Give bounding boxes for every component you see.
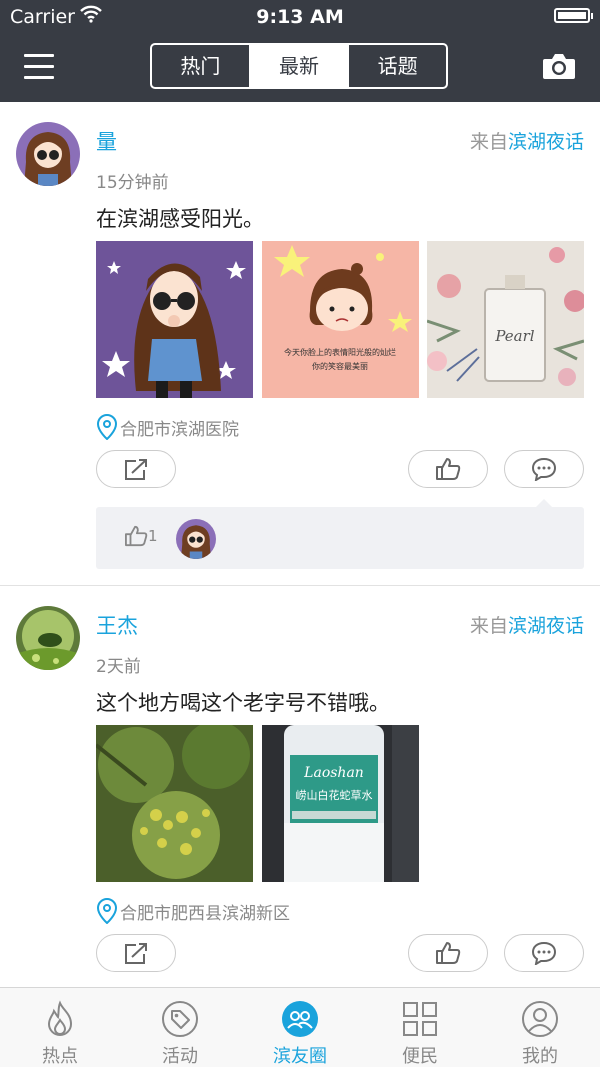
hamburger-icon bbox=[24, 54, 54, 57]
avatar[interactable] bbox=[16, 606, 80, 670]
liker-avatar[interactable] bbox=[176, 519, 216, 559]
comment-button[interactable] bbox=[504, 934, 584, 972]
tabbar-label: 热点 bbox=[42, 1046, 78, 1067]
comment-icon bbox=[531, 457, 557, 481]
grid-icon bbox=[403, 1002, 437, 1036]
tabbar-item-hot[interactable]: 热点 bbox=[0, 988, 120, 1067]
like-count: 1 bbox=[124, 525, 158, 547]
tabbar-item-friends-circle[interactable]: 滨友圈 bbox=[240, 988, 360, 1067]
post-image[interactable] bbox=[96, 241, 253, 398]
feed-segmented-control: 热门 最新 话题 bbox=[150, 43, 448, 89]
bottle-label-text: 崂山白花蛇草水 bbox=[296, 788, 373, 802]
likes-panel: 1 bbox=[96, 499, 584, 569]
source-link[interactable]: 滨湖夜话 bbox=[508, 615, 584, 637]
post-image[interactable]: 今天你脸上的表情阳光般的灿烂 你的笑容最美丽 bbox=[262, 241, 419, 398]
thumbs-up-icon bbox=[436, 458, 461, 480]
post-text: 这个地方喝这个老字号不错哦。 bbox=[96, 691, 390, 715]
thumbs-up-icon bbox=[436, 942, 461, 964]
status-bar: Carrier 9:13 AM bbox=[0, 0, 600, 34]
share-button[interactable] bbox=[96, 934, 176, 972]
source-prefix: 来自 bbox=[469, 131, 508, 153]
clock: 9:13 AM bbox=[256, 6, 344, 28]
tab-topics[interactable]: 话题 bbox=[349, 45, 446, 87]
post-location[interactable]: 合肥市肥西县滨湖新区 bbox=[96, 898, 290, 924]
tabbar-label: 便民 bbox=[402, 1046, 438, 1067]
tab-latest[interactable]: 最新 bbox=[250, 45, 350, 87]
comment-button[interactable] bbox=[504, 450, 584, 488]
post-source: 来自滨湖夜话 bbox=[470, 127, 584, 154]
image-caption: 你的笑容最美丽 bbox=[312, 361, 368, 371]
camera-button[interactable] bbox=[542, 52, 576, 84]
tabbar-label: 活动 bbox=[162, 1046, 198, 1067]
tabbar-item-activities[interactable]: 活动 bbox=[120, 988, 240, 1067]
flame-icon bbox=[47, 1000, 73, 1036]
thumbs-up-icon bbox=[124, 525, 148, 547]
like-button[interactable] bbox=[408, 934, 488, 972]
friends-circle-icon bbox=[282, 1001, 318, 1037]
top-header: Carrier 9:13 AM 热门 最新 话题 bbox=[0, 0, 600, 102]
profile-icon bbox=[522, 1001, 558, 1037]
bottle-brand-text: Laoshan bbox=[303, 765, 364, 781]
like-count-value: 1 bbox=[148, 527, 158, 545]
tabbar-label: 我的 bbox=[522, 1046, 558, 1067]
post-image[interactable]: Laoshan 崂山白花蛇草水 bbox=[262, 725, 419, 882]
location-pin-icon bbox=[96, 414, 118, 440]
post-image[interactable] bbox=[96, 725, 253, 882]
camera-icon bbox=[543, 54, 575, 79]
like-button[interactable] bbox=[408, 450, 488, 488]
location-pin-icon bbox=[96, 898, 118, 924]
bottom-tab-bar: 热点 活动 滨友圈 便民 我的 bbox=[0, 987, 600, 1067]
post-card: 量 来自滨湖夜话 15分钟前 在滨湖感受阳光。 今天你脸上的表情阳光般的灿烂 你的… bbox=[0, 102, 600, 586]
battery-icon bbox=[554, 8, 593, 23]
source-prefix: 来自 bbox=[469, 615, 508, 637]
tabbar-item-profile[interactable]: 我的 bbox=[480, 988, 600, 1067]
post-card: 王杰 来自滨湖夜话 2天前 这个地方喝这个老字号不错哦。 Laoshan 崂山白花… bbox=[0, 586, 600, 987]
comment-icon bbox=[531, 941, 557, 965]
share-icon bbox=[125, 459, 147, 480]
tabbar-item-services[interactable]: 便民 bbox=[360, 988, 480, 1067]
location-text: 合肥市滨湖医院 bbox=[120, 419, 239, 440]
post-time: 2天前 bbox=[96, 657, 141, 677]
source-link[interactable]: 滨湖夜话 bbox=[508, 131, 584, 153]
feed-list[interactable]: 量 来自滨湖夜话 15分钟前 在滨湖感受阳光。 今天你脸上的表情阳光般的灿烂 你的… bbox=[0, 102, 600, 987]
post-username[interactable]: 量 bbox=[96, 126, 117, 156]
post-text: 在滨湖感受阳光。 bbox=[96, 207, 264, 231]
share-button[interactable] bbox=[96, 450, 176, 488]
tabbar-label: 滨友圈 bbox=[273, 1046, 327, 1067]
location-text: 合肥市肥西县滨湖新区 bbox=[120, 903, 290, 924]
tab-hot[interactable]: 热门 bbox=[152, 45, 251, 87]
menu-button[interactable] bbox=[24, 52, 56, 80]
post-image[interactable]: Pearl bbox=[427, 241, 584, 398]
bottle-label-text: Pearl bbox=[494, 327, 534, 345]
post-username[interactable]: 王杰 bbox=[96, 610, 138, 640]
tag-icon bbox=[162, 1001, 198, 1037]
post-location[interactable]: 合肥市滨湖医院 bbox=[96, 414, 239, 440]
share-icon bbox=[125, 943, 147, 964]
post-source: 来自滨湖夜话 bbox=[470, 611, 584, 638]
post-time: 15分钟前 bbox=[96, 173, 169, 193]
image-caption: 今天你脸上的表情阳光般的灿烂 bbox=[284, 347, 396, 357]
avatar[interactable] bbox=[16, 122, 80, 186]
